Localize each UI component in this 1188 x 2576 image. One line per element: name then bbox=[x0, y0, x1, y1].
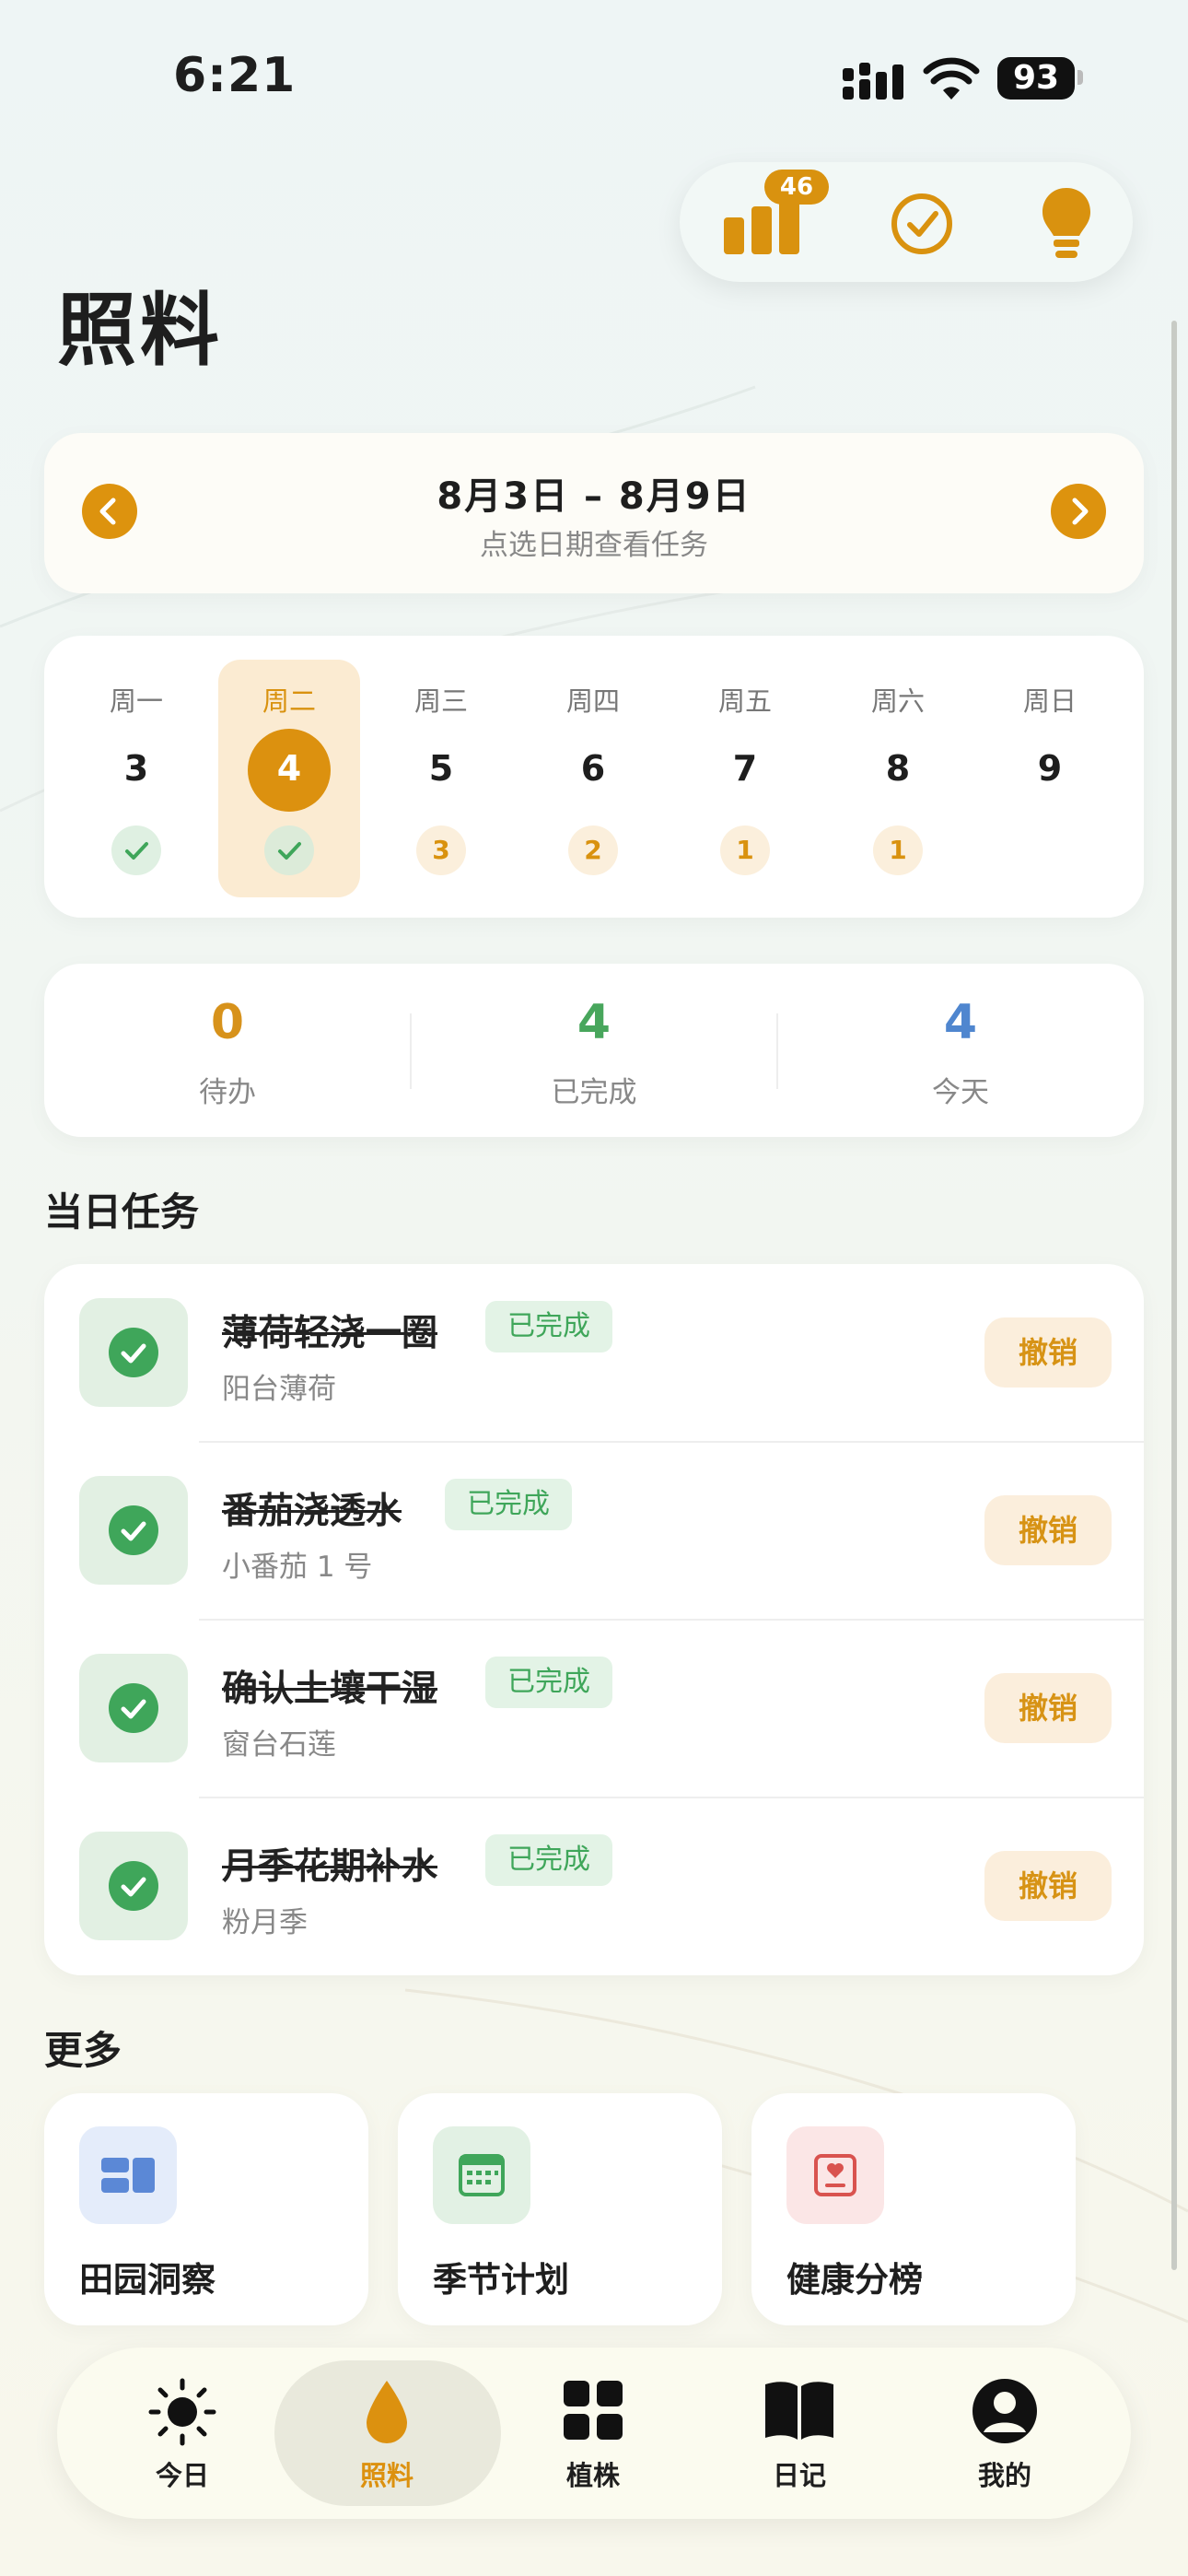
calendar-icon bbox=[433, 2126, 530, 2224]
stats-badge: 46 bbox=[764, 170, 829, 205]
week-hint: 点选日期查看任务 bbox=[480, 529, 708, 562]
day-name: 周日 bbox=[1022, 685, 1077, 717]
tab-label: 今日 bbox=[155, 2460, 209, 2491]
task-done-icon[interactable] bbox=[79, 1298, 188, 1407]
heart-board-icon bbox=[786, 2126, 884, 2224]
scrollbar[interactable] bbox=[1171, 321, 1177, 2270]
day-task-count: 1 bbox=[873, 825, 923, 875]
task-name: 月季花期补水 bbox=[222, 1846, 438, 1888]
day-status-check bbox=[111, 825, 161, 875]
check-icon bbox=[121, 1521, 146, 1541]
tab-label: 照料 bbox=[359, 2460, 413, 2491]
check-icon bbox=[278, 842, 301, 860]
undo-button[interactable]: 撤销 bbox=[984, 1851, 1112, 1921]
task-name: 番茄浇透水 bbox=[222, 1491, 402, 1532]
battery-indicator: 93 bbox=[997, 57, 1075, 100]
task-status-badge: 已完成 bbox=[445, 1479, 572, 1530]
tab-label: 植株 bbox=[565, 2460, 620, 2491]
sun-icon bbox=[99, 2377, 265, 2451]
task-row[interactable]: 确认土壤干湿 已完成 窗台石莲 撤销 bbox=[44, 1620, 1144, 1797]
more-section-title: 更多 bbox=[44, 2028, 122, 2073]
task-row[interactable]: 月季花期补水 已完成 粉月季 撤销 bbox=[44, 1797, 1144, 1975]
page-title: 照料 bbox=[57, 285, 223, 377]
check-icon bbox=[121, 1699, 146, 1719]
task-name: 确认土壤干湿 bbox=[222, 1669, 438, 1710]
tab-label: 我的 bbox=[977, 2460, 1031, 2491]
week-range: 8月3日 – 8月9日 bbox=[437, 475, 751, 518]
day-number: 4 bbox=[276, 748, 302, 789]
more-card-label: 健康分榜 bbox=[786, 2260, 923, 2300]
task-status-badge: 已完成 bbox=[485, 1834, 612, 1886]
stat-done-value: 4 bbox=[577, 995, 611, 1050]
status-time: 6:21 bbox=[173, 48, 297, 103]
task-plant: 窗台石莲 bbox=[222, 1728, 336, 1762]
day-number: 8 bbox=[885, 748, 911, 789]
more-card-label: 季节计划 bbox=[433, 2260, 569, 2300]
tasks-section-title: 当日任务 bbox=[44, 1189, 200, 1235]
drop-icon bbox=[304, 2377, 470, 2451]
task-name: 薄荷轻浇一圈 bbox=[222, 1313, 438, 1354]
day-task-count: 1 bbox=[720, 825, 770, 875]
undo-button[interactable]: 撤销 bbox=[984, 1495, 1112, 1565]
task-row[interactable]: 番茄浇透水 已完成 小番茄 1 号 撤销 bbox=[44, 1442, 1144, 1620]
check-circle-icon[interactable] bbox=[890, 192, 954, 256]
check-icon bbox=[125, 842, 148, 860]
day-number: 3 bbox=[123, 748, 149, 789]
day-status-check bbox=[264, 825, 314, 875]
lightbulb-icon[interactable] bbox=[1041, 186, 1092, 263]
day-name: 周二 bbox=[262, 685, 316, 717]
more-card-season-plan[interactable]: 季节计划 bbox=[398, 2093, 722, 2325]
undo-button[interactable]: 撤销 bbox=[984, 1317, 1112, 1388]
task-status-badge: 已完成 bbox=[485, 1657, 612, 1708]
stats-card bbox=[44, 964, 1144, 1137]
grid-icon bbox=[510, 2377, 676, 2447]
stat-today-value: 4 bbox=[943, 995, 978, 1050]
day-number: 6 bbox=[580, 748, 606, 789]
cellular-signal-icon bbox=[843, 63, 903, 100]
day-name: 周六 bbox=[870, 685, 925, 717]
stat-pending-value: 0 bbox=[210, 995, 245, 1050]
day-number: 9 bbox=[1037, 748, 1063, 789]
more-card-health-board[interactable]: 健康分榜 bbox=[751, 2093, 1076, 2325]
task-plant: 粉月季 bbox=[222, 1906, 308, 1939]
check-icon bbox=[121, 1877, 146, 1897]
task-row[interactable]: 薄荷轻浇一圈 已完成 阳台薄荷 撤销 bbox=[44, 1264, 1144, 1442]
stat-today-label: 今天 bbox=[932, 1076, 989, 1109]
battery-tip bbox=[1077, 70, 1083, 85]
stat-done-label: 已完成 bbox=[551, 1076, 637, 1109]
day-name: 周三 bbox=[413, 685, 468, 717]
day-number: 5 bbox=[428, 748, 454, 789]
more-card-label: 田园洞察 bbox=[79, 2260, 215, 2300]
wifi-icon bbox=[923, 57, 980, 100]
more-card-insight[interactable]: 田园洞察 bbox=[44, 2093, 368, 2325]
stat-pending-label: 待办 bbox=[199, 1076, 256, 1109]
book-icon bbox=[716, 2377, 882, 2447]
task-status-badge: 已完成 bbox=[485, 1301, 612, 1352]
day-name: 周五 bbox=[717, 685, 772, 717]
task-plant: 小番茄 1 号 bbox=[222, 1551, 373, 1584]
day-name: 周一 bbox=[109, 685, 163, 717]
day-task-count: 2 bbox=[568, 825, 618, 875]
task-plant: 阳台薄荷 bbox=[222, 1373, 336, 1406]
day-number: 7 bbox=[732, 748, 758, 789]
day-task-count: 3 bbox=[416, 825, 466, 875]
undo-button[interactable]: 撤销 bbox=[984, 1673, 1112, 1743]
task-done-icon[interactable] bbox=[79, 1832, 188, 1940]
check-icon bbox=[121, 1343, 146, 1364]
task-done-icon[interactable] bbox=[79, 1476, 188, 1585]
task-done-icon[interactable] bbox=[79, 1654, 188, 1762]
person-icon bbox=[922, 2377, 1088, 2449]
tab-label: 日记 bbox=[772, 2460, 826, 2491]
day-name: 周四 bbox=[565, 685, 620, 717]
dashboard-icon bbox=[79, 2126, 177, 2224]
